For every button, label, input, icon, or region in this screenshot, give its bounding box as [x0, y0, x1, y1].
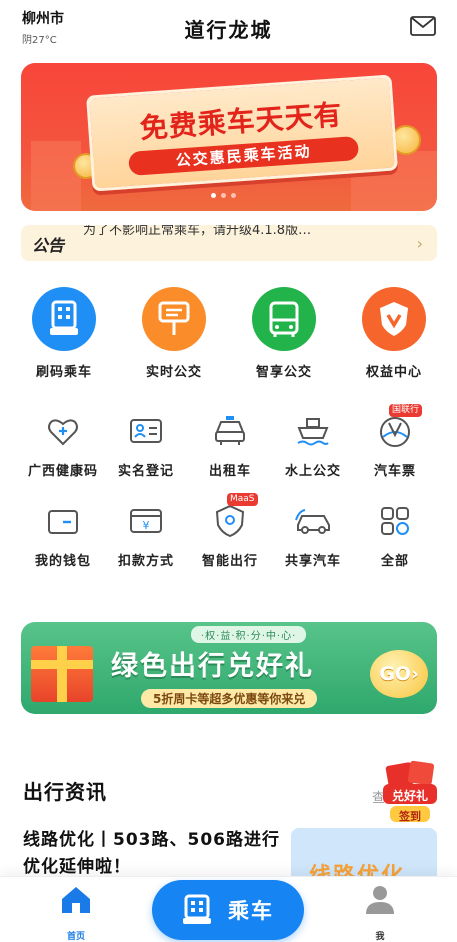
- service-label-benefits: 权益中心: [365, 365, 422, 380]
- user-icon[interactable]: [364, 885, 396, 915]
- shield-v-icon[interactable]: [362, 287, 426, 351]
- carousel-dot[interactable]: [221, 193, 226, 198]
- carousel-dot[interactable]: [231, 193, 236, 198]
- notice-bar[interactable]: 公告 为了不影响正常乘车，请升级4.1.8版… ›: [21, 225, 437, 261]
- tab-home-label[interactable]: 首页: [55, 929, 97, 942]
- bus-stop-icon[interactable]: [142, 287, 206, 351]
- home-icon[interactable]: [60, 885, 92, 915]
- news-section-title: 出行资讯: [23, 780, 107, 804]
- tab-me-label[interactable]: 我: [359, 929, 401, 942]
- promo-headline: 绿色出行兑好礼: [111, 651, 314, 682]
- shared-car-icon[interactable]: [293, 503, 333, 539]
- taxi-icon[interactable]: [212, 413, 248, 449]
- bus-front-icon[interactable]: [252, 287, 316, 351]
- service-label-realtime-bus: 实时公交: [145, 365, 202, 380]
- app-title: 道行龙城: [184, 18, 273, 42]
- service-label-smart-bus: 智享公交: [255, 365, 312, 380]
- service-label-all: 全部: [380, 554, 409, 569]
- floating-gift-label: 兑好礼: [391, 789, 428, 803]
- green-travel-banner[interactable]: ·权·益·积·分·中·心· 绿色出行兑好礼 5折周卡等超多优惠等你来兑 GO›: [21, 622, 437, 714]
- ride-button-label: 乘车: [228, 899, 274, 923]
- promo-top-tag: ·权·益·积·分·中·心·: [191, 626, 307, 643]
- location-shield-icon[interactable]: [212, 503, 248, 539]
- service-label-qr-ride: 刷码乘车: [35, 365, 92, 380]
- promo-subline: 5折周卡等超多优惠等你来兑: [141, 689, 318, 708]
- ride-button[interactable]: 乘车: [152, 880, 304, 940]
- carousel-dot[interactable]: [211, 193, 216, 198]
- badge-guolianxing: 国联行: [389, 404, 423, 417]
- mail-icon[interactable]: [410, 16, 436, 36]
- ferry-icon[interactable]: [295, 413, 331, 449]
- go-button[interactable]: GO›: [370, 650, 428, 698]
- carousel-dots[interactable]: [211, 193, 236, 198]
- badge-maas: MaaS: [227, 493, 258, 506]
- chevron-right-icon: ›: [416, 234, 423, 253]
- floating-gift-signin: 签到: [399, 810, 421, 823]
- coach-ticket-icon[interactable]: [377, 413, 413, 449]
- notice-tag: 公告: [32, 236, 65, 255]
- heart-plus-icon[interactable]: [45, 413, 81, 449]
- service-label-coach-ticket: 汽车票: [373, 464, 416, 479]
- gift-box-icon: [31, 646, 93, 702]
- news-headline[interactable]: 线路优化丨503路、506路进行优化延伸啦！: [23, 827, 283, 881]
- qr-bus-icon: [183, 894, 211, 924]
- all-grid-icon[interactable]: [377, 503, 413, 539]
- wallet-icon[interactable]: [45, 503, 81, 539]
- promo-banner[interactable]: 免费乘车天天有 公交惠民乘车活动: [21, 63, 437, 211]
- qr-bus-icon[interactable]: [32, 287, 96, 351]
- yuan-card-icon[interactable]: ¥: [128, 503, 164, 539]
- notice-text: 为了不影响正常乘车，请升级4.1.8版…: [83, 225, 312, 238]
- svg-text:¥: ¥: [143, 519, 150, 532]
- id-card-icon[interactable]: [128, 413, 164, 449]
